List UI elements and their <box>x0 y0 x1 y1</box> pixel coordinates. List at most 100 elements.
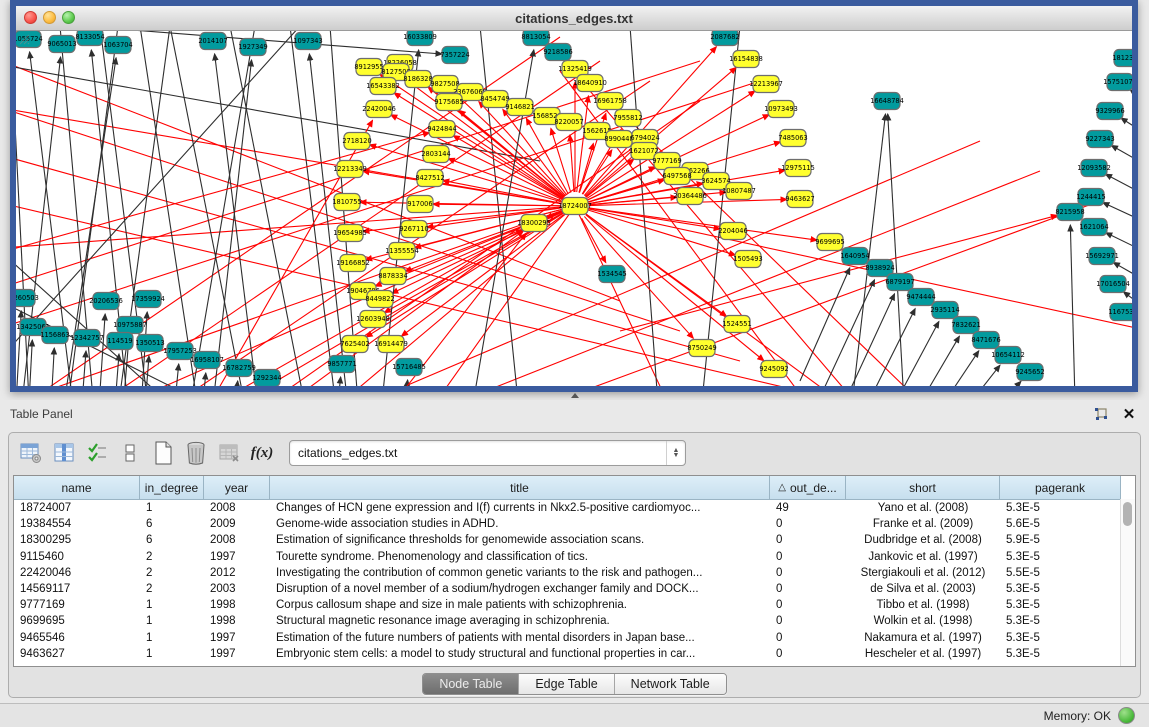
table-cell[interactable]: 9115460 <box>14 551 140 563</box>
network-node[interactable]: 7485063 <box>778 130 807 147</box>
splitter-collapse-icon[interactable] <box>571 393 579 398</box>
network-node[interactable]: 18300295 <box>517 215 551 232</box>
row-height-button[interactable] <box>118 441 142 465</box>
network-node[interactable]: 1640954 <box>840 248 869 265</box>
resize-grip-icon[interactable] <box>16 31 30 45</box>
column-header-year[interactable]: year <box>204 476 270 499</box>
table-cell[interactable]: 0 <box>770 534 846 546</box>
network-node[interactable]: 8990448 <box>604 131 633 148</box>
table-cell[interactable]: 1997 <box>204 648 270 660</box>
network-node[interactable]: 2087682 <box>710 31 739 46</box>
network-node[interactable]: 20206536 <box>89 293 123 310</box>
table-cell[interactable]: 1998 <box>204 615 270 627</box>
memory-status-indicator[interactable] <box>1118 707 1135 724</box>
column-header-title[interactable]: title <box>270 476 770 499</box>
table-cell[interactable]: Estimation of the future numbers of pati… <box>270 632 770 644</box>
network-node[interactable]: 1524551 <box>722 316 751 333</box>
delete-column-button[interactable] <box>184 441 208 465</box>
network-node[interactable]: 1621064 <box>1079 219 1108 236</box>
network-node[interactable]: 1063704 <box>103 37 132 54</box>
network-node[interactable]: 8471676 <box>971 332 1000 349</box>
network-node[interactable]: 8427512 <box>415 170 444 187</box>
network-node[interactable]: 8813054 <box>521 31 550 46</box>
network-node[interactable]: 9245092 <box>759 361 788 378</box>
close-panel-button[interactable]: ✕ <box>1119 405 1139 423</box>
network-node[interactable]: 20364486 <box>673 188 707 205</box>
network-node[interactable]: 2718120 <box>342 133 371 150</box>
table-cell[interactable]: 5.9E-5 <box>1000 534 1121 546</box>
network-node[interactable]: 8449822 <box>365 291 394 308</box>
network-node[interactable]: 22420046 <box>362 101 396 118</box>
network-node[interactable]: 9474444 <box>906 289 935 306</box>
table-cell[interactable]: 0 <box>770 551 846 563</box>
table-cell[interactable]: 5.6E-5 <box>1000 518 1121 530</box>
table-row[interactable]: 969969511998Structural magnetic resonanc… <box>14 613 1121 629</box>
create-column-button[interactable] <box>151 441 175 465</box>
table-cell[interactable]: 5.3E-5 <box>1000 502 1121 514</box>
network-node[interactable]: 18640910 <box>573 75 607 92</box>
table-cell[interactable]: Genome-wide association studies in ADHD. <box>270 518 770 530</box>
table-cell[interactable]: 0 <box>770 648 846 660</box>
table-row[interactable]: 1456911722003Disruption of a novel membe… <box>14 581 1121 597</box>
network-node[interactable]: 15692971 <box>1085 248 1119 265</box>
column-header-name[interactable]: name <box>14 476 140 499</box>
network-node[interactable]: 7832621 <box>951 317 980 334</box>
network-node[interactable]: 10975887 <box>113 317 147 334</box>
network-node[interactable]: 16648784 <box>870 93 904 110</box>
network-node[interactable]: 17359924 <box>131 291 165 308</box>
network-node[interactable]: 9227343 <box>1085 131 1114 148</box>
network-node[interactable]: 9146821 <box>505 99 534 116</box>
network-node[interactable]: 9424844 <box>427 121 456 138</box>
network-node[interactable]: 2935114 <box>930 302 959 319</box>
network-node[interactable]: 8750249 <box>687 340 716 357</box>
float-panel-button[interactable] <box>1091 405 1111 423</box>
network-node[interactable]: 12213967 <box>749 76 783 93</box>
table-cell[interactable]: 1 <box>140 632 204 644</box>
table-cell[interactable]: Disruption of a novel member of a sodium… <box>270 583 770 595</box>
column-header-out_de[interactable]: △out_de... <box>770 476 846 499</box>
table-cell[interactable]: 1 <box>140 648 204 660</box>
network-node[interactable]: 9065013 <box>47 36 76 53</box>
network-node[interactable]: 7955812 <box>613 110 642 127</box>
table-cell[interactable]: 1 <box>140 502 204 514</box>
table-row[interactable]: 946554611997Estimation of the future num… <box>14 630 1121 646</box>
table-cell[interactable]: Investigating the contribution of common… <box>270 567 770 579</box>
network-node[interactable]: 1350513 <box>135 335 164 352</box>
table-cell[interactable]: 1997 <box>204 632 270 644</box>
table-cell[interactable]: 5.3E-5 <box>1000 632 1121 644</box>
network-node[interactable]: 8215958 <box>1055 204 1084 221</box>
table-scrollbar[interactable] <box>1120 499 1135 666</box>
network-node[interactable]: 16154838 <box>729 51 763 68</box>
network-node[interactable]: 6497568 <box>662 168 691 185</box>
network-node[interactable]: 9699695 <box>815 234 844 251</box>
column-visibility-button[interactable] <box>85 441 109 465</box>
table-cell[interactable]: Dudbridge et al. (2008) <box>846 534 1000 546</box>
network-node[interactable]: 9463627 <box>785 191 814 208</box>
table-row[interactable]: 1938455462009Genome-wide association stu… <box>14 516 1121 532</box>
column-header-pagerank[interactable]: pagerank <box>1000 476 1121 499</box>
table-cell[interactable]: 9463627 <box>14 648 140 660</box>
table-cell[interactable]: 0 <box>770 518 846 530</box>
tab-network-table[interactable]: Network Table <box>615 674 726 694</box>
network-node[interactable]: 9267110 <box>399 221 428 238</box>
table-cell[interactable]: Embryonic stem cells: a model to study s… <box>270 648 770 660</box>
table-cell[interactable]: 0 <box>770 599 846 611</box>
table-cell[interactable]: 5.3E-5 <box>1000 648 1121 660</box>
network-node[interactable]: 2014107 <box>198 33 227 50</box>
table-cell[interactable]: Franke et al. (2009) <box>846 518 1000 530</box>
table-cell[interactable]: 0 <box>770 567 846 579</box>
network-node[interactable]: 16543382 <box>366 78 400 95</box>
table-row[interactable]: 911546021997Tourette syndrome. Phenomeno… <box>14 549 1121 565</box>
table-cell[interactable]: 49 <box>770 502 846 514</box>
network-node[interactable]: 16914479 <box>374 336 408 353</box>
table-cell[interactable]: 5.3E-5 <box>1000 551 1121 563</box>
table-row[interactable]: 977716911998Corpus callosum shape and si… <box>14 597 1121 613</box>
table-cell[interactable]: Structural magnetic resonance image aver… <box>270 615 770 627</box>
table-cell[interactable]: Corpus callosum shape and size in male p… <box>270 599 770 611</box>
table-row[interactable]: 2242004622012Investigating the contribut… <box>14 565 1121 581</box>
table-cell[interactable]: Nakamura et al. (1997) <box>846 632 1000 644</box>
network-node[interactable]: 8133054 <box>75 31 104 46</box>
table-cell[interactable]: 2009 <box>204 518 270 530</box>
network-node[interactable]: 1534545 <box>597 266 626 283</box>
network-node[interactable]: 10654112 <box>991 347 1025 364</box>
